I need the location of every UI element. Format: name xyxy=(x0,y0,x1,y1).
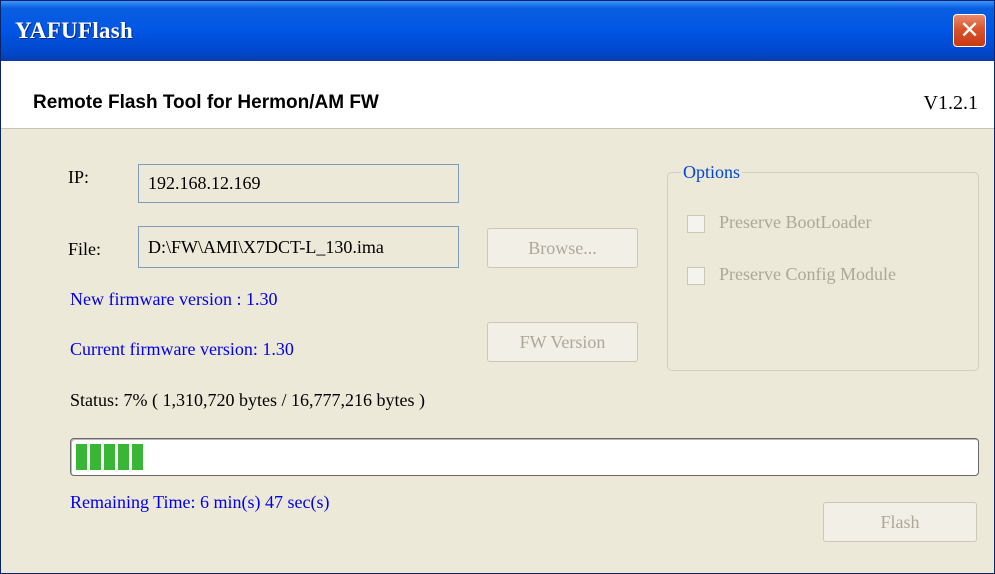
flash-button[interactable]: Flash xyxy=(823,502,977,542)
ip-field[interactable]: 192.168.12.169 xyxy=(138,164,459,203)
current-firmware-version: Current firmware version: 1.30 xyxy=(70,339,294,359)
options-title: Options xyxy=(681,162,743,183)
fw-version-button[interactable]: FW Version xyxy=(487,322,638,362)
remaining-time: Remaining Time: 6 min(s) 47 sec(s) xyxy=(70,492,330,512)
file-label: File: xyxy=(68,239,102,259)
close-icon[interactable]: ✕ xyxy=(953,14,986,47)
ip-label: IP: xyxy=(68,167,90,187)
browse-button[interactable]: Browse... xyxy=(487,228,638,268)
preserve-config-label: Preserve Config Module xyxy=(719,264,896,284)
progress-bar xyxy=(70,438,979,476)
title-bar[interactable]: YAFUFlash ✕ xyxy=(1,1,994,61)
version-label: V1.2.1 xyxy=(923,92,978,114)
window-title: YAFUFlash xyxy=(15,18,134,43)
preserve-bootloader-checkbox[interactable] xyxy=(687,215,705,233)
status-text: Status: 7% ( 1,310,720 bytes / 16,777,21… xyxy=(70,390,425,410)
tool-title: Remote Flash Tool for Hermon/AM FW xyxy=(33,92,379,113)
progress-fill xyxy=(76,444,143,470)
preserve-config-checkbox[interactable] xyxy=(687,267,705,285)
file-path-field[interactable]: D:\FW\AMI\X7DCT-L_130.ima xyxy=(138,226,459,268)
new-firmware-version: New firmware version : 1.30 xyxy=(70,289,278,309)
yafuflash-window: YAFUFlash ✕ Remote Flash Tool for Hermon… xyxy=(0,0,995,574)
preserve-bootloader-label: Preserve BootLoader xyxy=(719,212,872,232)
